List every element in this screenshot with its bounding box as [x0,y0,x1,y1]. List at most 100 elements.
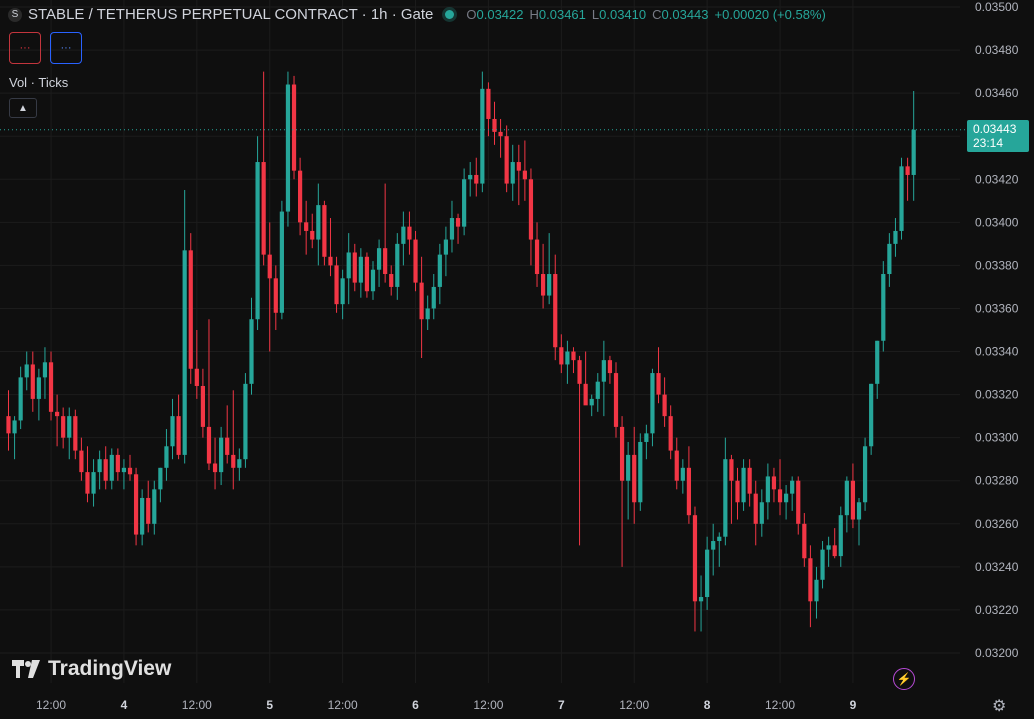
candle-body [468,174,473,180]
candle-body [820,549,825,580]
candle [231,390,236,490]
candle-body [717,536,722,542]
candle-body [899,166,904,231]
candlestick-chart[interactable]: 0.035000.034800.034600.034400.034200.034… [0,0,1034,719]
candle-body [662,394,667,417]
candle [243,373,248,468]
candle-body [832,545,837,557]
price-tick-label: 0.03380 [975,258,1019,272]
sell-button[interactable]: ··· [9,32,41,64]
candle [559,334,564,374]
chevron-up-icon[interactable]: ▲ [9,98,37,118]
buy-button[interactable]: ··· [50,32,82,64]
volume-indicator-label[interactable]: Vol · Ticks [9,75,68,90]
candle [759,489,764,537]
candle [765,463,770,520]
price-axis[interactable]: 0.035000.034800.034600.034400.034200.034… [975,0,1019,660]
candle-body [273,278,278,313]
candle [267,222,272,352]
gear-icon[interactable]: ⚙ [992,696,1006,716]
candle-body [692,515,698,602]
candle [152,480,157,535]
tradingview-logo[interactable]: TradingView [12,657,171,681]
candle [310,213,315,249]
candle-body [413,239,418,283]
candle [814,566,819,619]
low-value: 0.03410 [599,7,647,22]
candle-body [140,497,145,535]
candle [705,536,710,610]
candle-body [267,254,272,279]
candle-body [346,252,351,279]
candle [626,441,631,520]
high-label: H [529,7,539,22]
close-label: C [652,7,662,22]
symbol-title[interactable]: STABLE / TETHERUS PERPETUAL CONTRACT · 1… [28,6,433,23]
candle [285,71,291,227]
candle-body [389,274,394,287]
candle [595,373,600,412]
candle-body [771,476,777,490]
tether-coin-icon[interactable]: S [8,7,22,22]
price-tick-label: 0.03360 [975,301,1019,315]
candle-body [340,278,345,305]
candle [109,448,114,490]
candle [553,254,558,361]
candle-body [352,252,357,283]
candle-body [656,373,661,395]
candle-body [91,472,96,494]
time-axis[interactable]: 12:00 4 12:00 5 12:00 6 12:00 7 12:00 8 12:00 9 [36,698,857,712]
candle [577,355,582,546]
market-status-icon[interactable] [445,10,455,19]
candle [407,211,412,255]
candle [61,407,66,449]
candle [820,541,825,589]
candle-body [905,166,910,175]
candle [601,340,606,417]
candle-body [133,474,139,535]
candle [212,437,218,490]
candle [413,230,418,292]
time-tick-label: 8 [704,698,711,712]
candle [662,377,667,427]
candle [911,90,916,201]
candle [498,118,503,158]
candle-body [680,467,685,481]
candle [541,243,546,309]
change-value: +0.00020 (+0.58%) [714,7,826,22]
candle-body [12,420,17,434]
candle-body [182,250,187,455]
candle-body [784,493,789,503]
candle-body [583,383,588,406]
candle [170,398,175,460]
candle [30,351,35,412]
candle [887,233,892,287]
candle [777,459,783,516]
candle-body [425,308,430,320]
candle [425,295,430,330]
candle [79,437,84,481]
lightning-icon[interactable]: ⚡ [893,668,915,690]
candle-body [261,162,266,255]
candle [146,480,151,533]
candle [115,448,120,481]
candle-body [735,480,740,503]
candle [686,446,691,524]
candle [741,459,746,511]
candle [856,497,862,546]
candle [462,168,467,236]
candle-body [30,364,35,399]
candle [468,162,473,197]
candle-body [553,274,558,348]
candle [103,446,108,490]
candle [255,136,260,330]
candle-body [814,579,819,602]
candle [674,437,679,490]
candle [698,575,704,632]
candle-body [61,416,66,438]
candle-body [48,362,54,412]
candle-body [747,467,752,494]
candle-body [146,497,151,524]
candle-body [595,381,600,399]
candle [6,390,11,451]
